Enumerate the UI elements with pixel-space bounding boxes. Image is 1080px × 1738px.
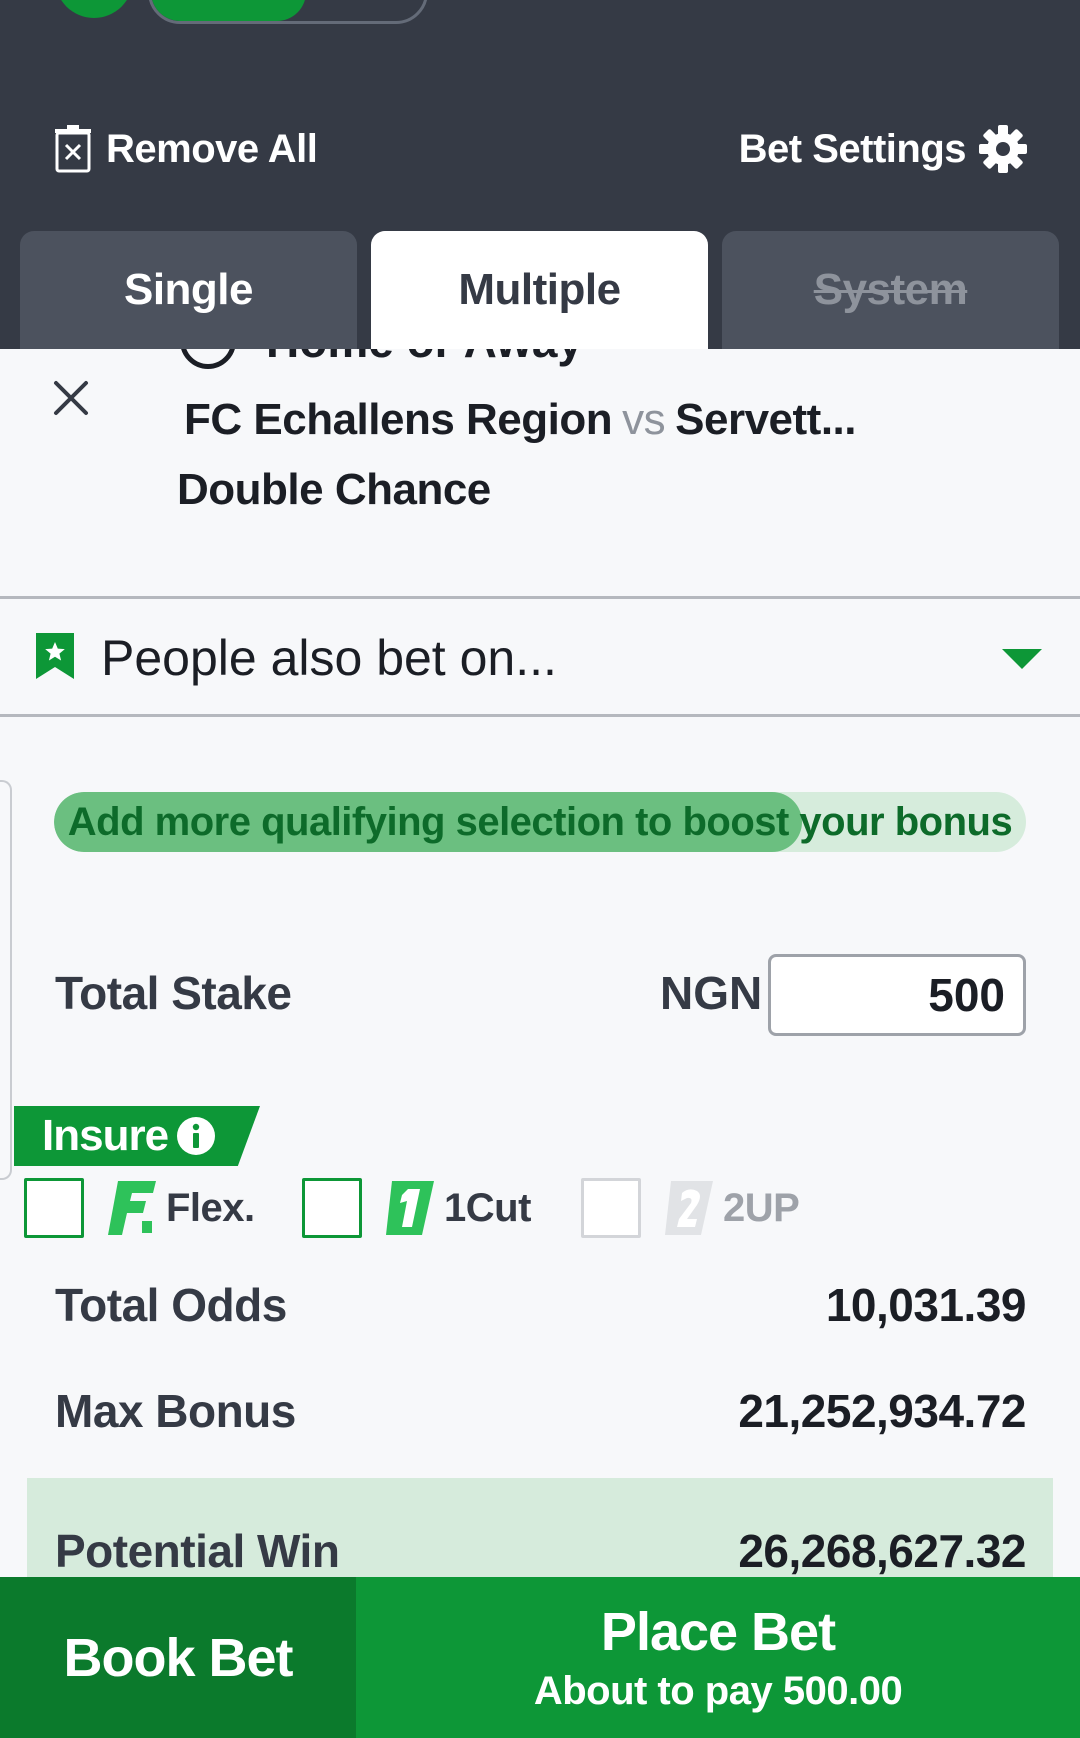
remove-all-label: Remove All [106, 126, 318, 171]
max-bonus-label: Max Bonus [55, 1385, 296, 1437]
twoup-logo-icon [665, 1181, 713, 1235]
selection-market: Double Chance [177, 465, 491, 514]
odds-toggle[interactable] [148, 0, 428, 24]
total-stake-label: Total Stake [55, 967, 292, 1019]
flex-logo-icon [108, 1181, 156, 1235]
soccer-ball-icon [180, 349, 236, 369]
divider [0, 714, 1080, 717]
place-bet-label: Place Bet [600, 1602, 836, 1662]
tab-single[interactable]: Single [20, 231, 357, 349]
insure-badge[interactable]: Insure [14, 1106, 260, 1166]
close-icon[interactable] [48, 375, 94, 421]
insure-option-2up: 2UP [581, 1178, 800, 1238]
onecut-logo-icon [386, 1181, 434, 1235]
selection-pick: Home or Away [180, 349, 583, 369]
trash-icon [55, 125, 91, 173]
place-bet-amount: About to pay 500.00 [533, 1669, 903, 1713]
remove-all-button[interactable]: Remove All [54, 122, 318, 176]
bet-type-tabs: Single Multiple System [20, 231, 1060, 349]
selection-item: Home or Away FC Echallens RegionvsServet… [0, 349, 1080, 597]
bet-settings-button[interactable]: Bet Settings [739, 122, 1028, 176]
insure-label: Insure [42, 1111, 169, 1160]
people-also-bet-on-label: People also bet on... [101, 630, 557, 686]
chevron-down-icon [1002, 649, 1042, 669]
insure-option-flex[interactable]: Flex. [24, 1178, 255, 1238]
twoup-checkbox [581, 1178, 641, 1238]
flex-checkbox[interactable] [24, 1178, 84, 1238]
tab-multiple[interactable]: Multiple [371, 231, 708, 349]
away-team: Servett... [675, 395, 857, 444]
max-bonus-value: 21,252,934.72 [738, 1385, 1026, 1437]
stake-currency: NGN [660, 967, 763, 1019]
place-bet-button[interactable]: Place Bet About to pay 500.00 [356, 1577, 1080, 1738]
side-panel-edge [0, 780, 12, 1180]
info-icon[interactable] [176, 1116, 216, 1156]
onecut-label: 1Cut [444, 1185, 531, 1230]
potential-win-label: Potential Win [55, 1525, 340, 1577]
bottom-action-bar: Book Bet Place Bet About to pay 500.00 [0, 1577, 1080, 1738]
selection-match: FC Echallens Region vs Servett... [184, 395, 857, 445]
total-odds-value: 10,031.39 [825, 1279, 1027, 1331]
bonus-boost-label: Add more qualifying selection to boost y… [67, 799, 1013, 844]
home-team: FC Echallens Region [184, 395, 613, 444]
people-also-bet-on-dropdown[interactable]: People also bet on... [0, 599, 1080, 714]
onecut-checkbox[interactable] [302, 1178, 362, 1238]
gear-icon [979, 125, 1027, 173]
book-bet-button[interactable]: Book Bet [0, 1577, 356, 1738]
bookmark-star-icon [36, 633, 74, 679]
stake-input[interactable] [768, 954, 1026, 1036]
selection-pick-label: Home or Away [266, 349, 583, 368]
potential-win-value: 26,268,627.32 [738, 1525, 1026, 1577]
bonus-boost-progress: Add more qualifying selection to boost y… [54, 792, 1026, 852]
insure-option-1cut[interactable]: 1Cut [302, 1178, 531, 1238]
vs-label: vs [622, 395, 666, 444]
total-odds-label: Total Odds [55, 1279, 287, 1331]
betslip-header: Remove All Bet Settings Single Multiple … [0, 0, 1080, 349]
tab-system: System [722, 231, 1059, 349]
flex-label: Flex. [166, 1185, 255, 1230]
selection-count-badge [55, 0, 133, 18]
twoup-label: 2UP [723, 1185, 800, 1230]
bet-settings-label: Bet Settings [738, 126, 967, 171]
